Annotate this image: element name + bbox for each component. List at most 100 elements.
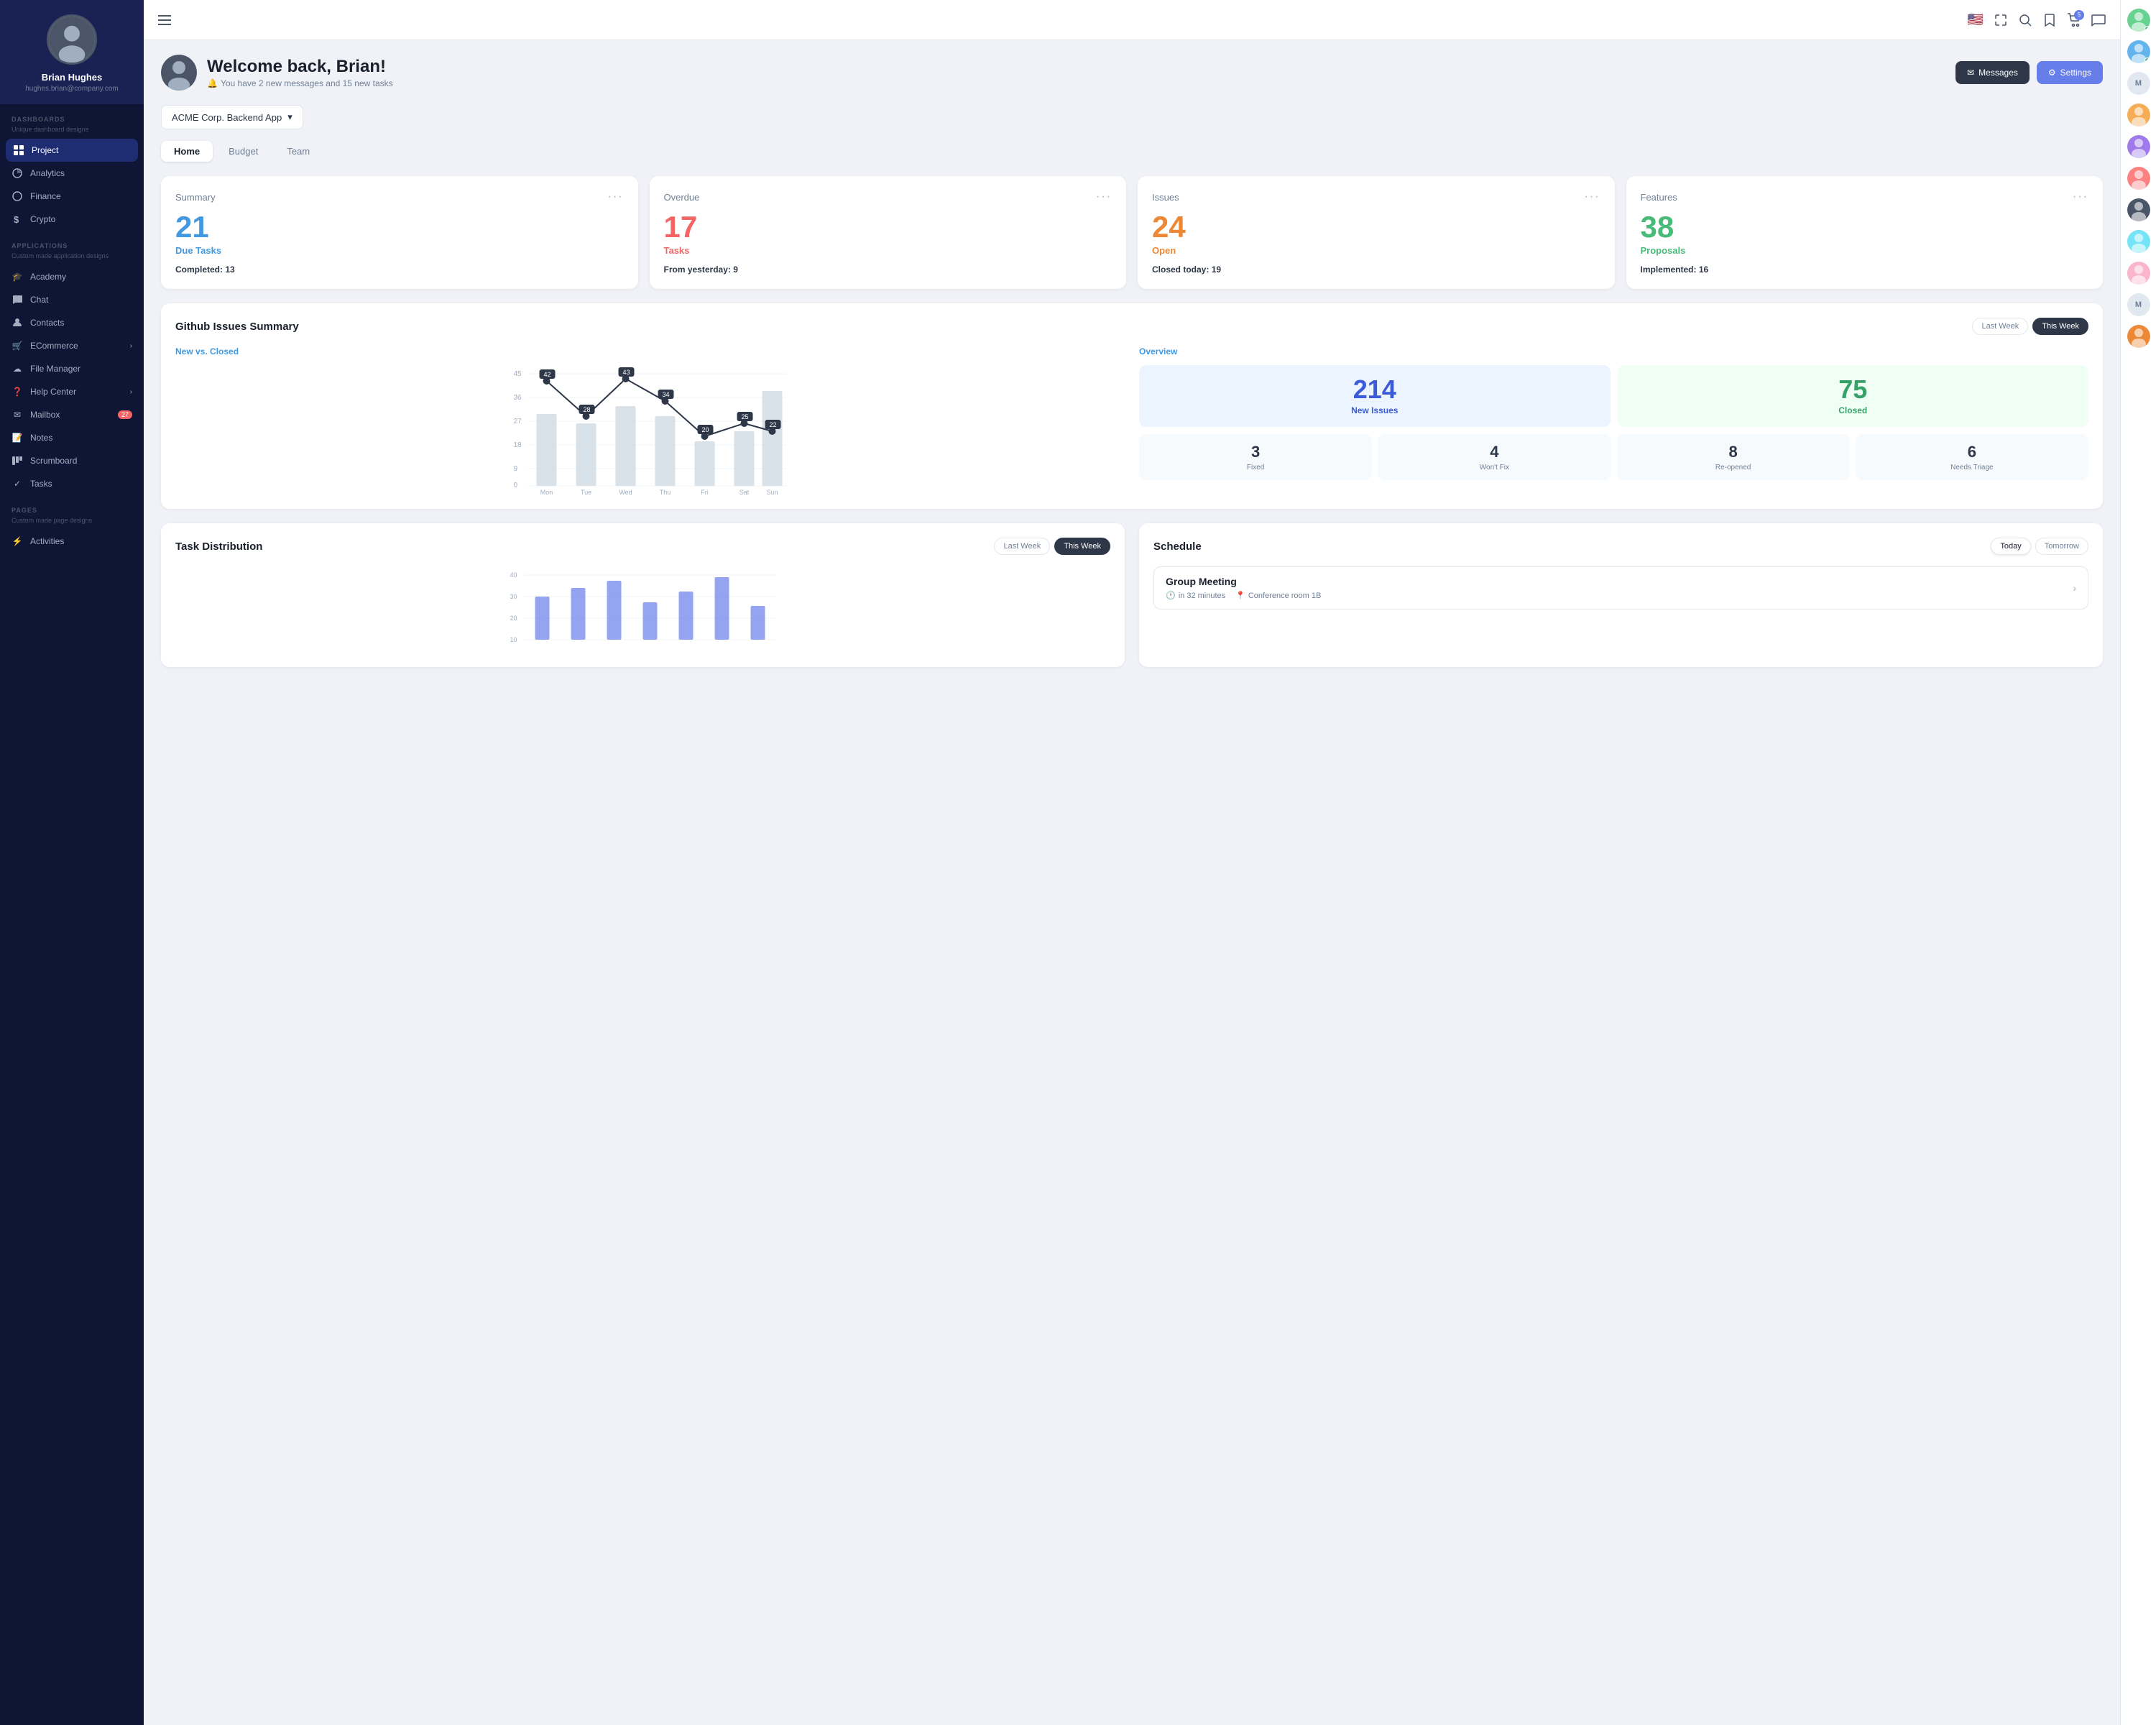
cloud-icon: ☁ — [11, 363, 23, 374]
dropdown-icon: ▾ — [287, 111, 292, 123]
tomorrow-btn[interactable]: Tomorrow — [2035, 538, 2088, 555]
sidebar-item-notes[interactable]: 📝 Notes — [0, 426, 144, 449]
stat-secondary-issues: Closed today: 19 — [1152, 264, 1600, 275]
stat-number-features: 38 — [1641, 212, 2089, 242]
overview-top: 214 New Issues 75 Closed — [1139, 365, 2088, 427]
task-dist-last-week-btn[interactable]: Last Week — [994, 538, 1050, 555]
stat-card-features-menu[interactable]: ··· — [2073, 190, 2088, 203]
hamburger-menu[interactable] — [158, 15, 171, 25]
sidebar-item-crypto-label: Crypto — [30, 214, 55, 224]
stat-card-overdue-menu[interactable]: ··· — [1096, 190, 1112, 203]
tab-home[interactable]: Home — [161, 141, 213, 162]
schedule-item-group-meeting: Group Meeting 🕐 in 32 minutes 📍 Conferen… — [1153, 566, 2088, 610]
sidebar-item-tasks[interactable]: ✓ Tasks — [0, 472, 144, 495]
right-avatar-4[interactable] — [2127, 135, 2150, 158]
right-avatar-3[interactable] — [2127, 104, 2150, 126]
right-avatar-1[interactable] — [2127, 9, 2150, 32]
messages-button-label: Messages — [1978, 68, 2018, 78]
svg-text:Wed: Wed — [619, 489, 632, 494]
bookmark-icon[interactable] — [2042, 13, 2057, 27]
sidebar-item-analytics[interactable]: Analytics — [0, 162, 144, 185]
sidebar-item-notes-label: Notes — [30, 433, 52, 443]
stat-secondary-features: Implemented: 16 — [1641, 264, 2089, 275]
right-avatar-m1[interactable]: M — [2127, 72, 2150, 95]
section-pages-sub: Custom made page designs — [0, 517, 144, 530]
messages-button[interactable]: ✉ Messages — [1955, 61, 2030, 84]
flag-icon[interactable]: 🇺🇸 — [1968, 12, 1984, 27]
stat-card-summary-menu[interactable]: ··· — [608, 190, 624, 203]
sidebar-item-finance[interactable]: Finance — [0, 185, 144, 208]
project-selector[interactable]: ACME Corp. Backend App ▾ — [161, 105, 303, 129]
hamburger-line-1 — [158, 15, 171, 17]
triage-label: Needs Triage — [1861, 464, 2083, 472]
search-icon[interactable] — [2018, 13, 2032, 27]
stat-secondary-overdue: From yesterday: 9 — [664, 264, 1112, 275]
stat-number-summary: 21 — [175, 212, 624, 242]
cart-nav-icon[interactable]: 5 — [2067, 13, 2081, 27]
bottom-grid: Task Distribution Last Week This Week 40… — [161, 523, 2103, 681]
project-selector-label: ACME Corp. Backend App — [172, 112, 282, 123]
github-this-week-btn[interactable]: This Week — [2032, 318, 2088, 335]
sidebar-item-project[interactable]: Project — [6, 139, 138, 162]
closed-card: 75 Closed — [1618, 365, 2089, 427]
svg-text:9: 9 — [514, 465, 518, 473]
task-dist-svg: 40 30 20 10 — [175, 566, 1110, 653]
right-avatar-5[interactable] — [2127, 167, 2150, 190]
task-distribution-card: Task Distribution Last Week This Week 40… — [161, 523, 1125, 667]
stat-card-issues-menu[interactable]: ··· — [1585, 190, 1600, 203]
expand-icon[interactable] — [1994, 13, 2008, 27]
chevron-right-icon: › — [130, 342, 132, 350]
fixed-card: 3 Fixed — [1139, 434, 1372, 480]
tab-budget[interactable]: Budget — [216, 141, 271, 162]
stat-label-issues: Open — [1152, 245, 1600, 256]
sidebar-item-contacts[interactable]: Contacts — [0, 311, 144, 334]
closed-num: 75 — [1629, 377, 2078, 402]
user-email: hughes.brian@company.com — [11, 85, 132, 93]
task-dist-header: Task Distribution Last Week This Week — [175, 538, 1110, 555]
stat-card-summary-header: Summary ··· — [175, 190, 624, 203]
sidebar-item-scrumboard[interactable]: Scrumboard — [0, 449, 144, 472]
right-avatar-2[interactable] — [2127, 40, 2150, 63]
stat-card-overdue: Overdue ··· 17 Tasks From yesterday: 9 — [650, 176, 1127, 289]
cap-icon: 🎓 — [11, 271, 23, 282]
sidebar-item-helpcenter[interactable]: ❓ Help Center › — [0, 380, 144, 403]
cart-badge: 5 — [2074, 10, 2084, 20]
section-dashboards-title: DASHBOARDS — [0, 104, 144, 126]
chevron-right-icon-2: › — [130, 388, 132, 396]
chart-section: New vs. Closed 45 36 27 18 9 0 — [175, 346, 1125, 494]
task-dist-this-week-btn[interactable]: This Week — [1054, 538, 1110, 555]
chart-container: 45 36 27 18 9 0 — [175, 365, 1125, 494]
reopened-label: Re-opened — [1623, 464, 1844, 472]
sidebar-item-ecommerce[interactable]: 🛒 ECommerce › — [0, 334, 144, 357]
sidebar: Brian Hughes hughes.brian@company.com DA… — [0, 0, 144, 1725]
activity-icon: ⚡ — [11, 535, 23, 547]
header-text: Welcome back, Brian! 🔔 You have 2 new me… — [207, 57, 393, 88]
right-avatar-8[interactable] — [2127, 262, 2150, 285]
chat-icon — [11, 294, 23, 305]
location-icon: 📍 — [1235, 591, 1245, 600]
sidebar-item-chat[interactable]: Chat — [0, 288, 144, 311]
today-btn[interactable]: Today — [1991, 538, 2030, 555]
sidebar-item-crypto[interactable]: $ Crypto — [0, 208, 144, 231]
right-avatar-7[interactable] — [2127, 230, 2150, 253]
overview-section: Overview 214 New Issues 75 Closed — [1139, 346, 2088, 494]
tab-team[interactable]: Team — [274, 141, 323, 162]
svg-text:34: 34 — [662, 391, 669, 398]
sidebar-item-mailbox[interactable]: ✉ Mailbox 27 — [0, 403, 144, 426]
schedule-item-chevron[interactable]: › — [2073, 582, 2076, 594]
sidebar-item-contacts-label: Contacts — [30, 318, 64, 328]
right-avatar-6[interactable] — [2127, 198, 2150, 221]
overview-bottom: 3 Fixed 4 Won't Fix 8 Re-opened 6 — [1139, 434, 2088, 480]
right-avatar-9[interactable] — [2127, 325, 2150, 348]
settings-button[interactable]: ⚙ Settings — [2037, 61, 2103, 84]
sidebar-item-activities[interactable]: ⚡ Activities — [0, 530, 144, 553]
clock-icon: 🕐 — [1166, 591, 1176, 600]
github-last-week-btn[interactable]: Last Week — [1972, 318, 2028, 335]
sidebar-item-project-label: Project — [32, 145, 58, 155]
sidebar-item-academy[interactable]: 🎓 Academy — [0, 265, 144, 288]
sidebar-item-filemanager[interactable]: ☁ File Manager — [0, 357, 144, 380]
message-nav-icon[interactable] — [2091, 13, 2106, 27]
wontfix-card: 4 Won't Fix — [1378, 434, 1611, 480]
pie-icon — [11, 190, 23, 202]
right-avatar-m2[interactable]: M — [2127, 293, 2150, 316]
